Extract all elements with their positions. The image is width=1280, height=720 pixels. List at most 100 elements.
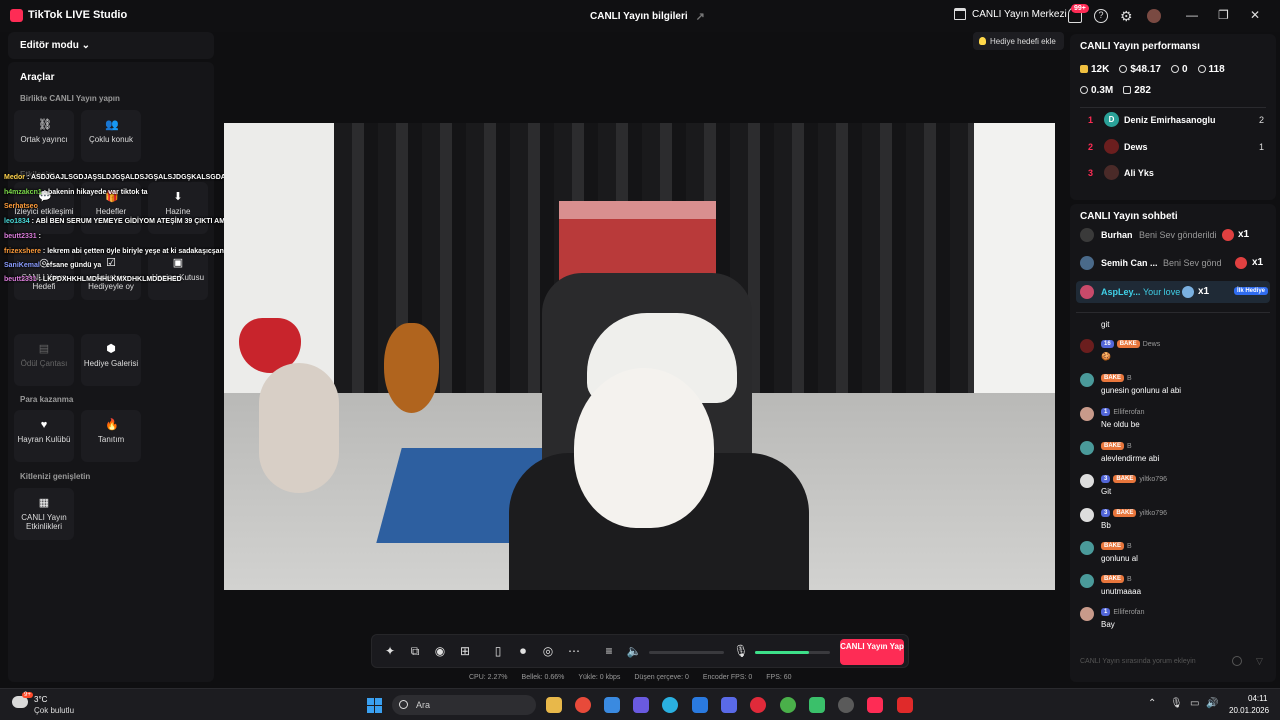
screen-capture-icon[interactable]: ⧉ [407, 643, 423, 659]
add-gift-goal-button[interactable]: Hediye hedefi ekle [973, 32, 1064, 50]
lightbulb-icon [979, 37, 986, 45]
minimize-button[interactable]: — [1186, 8, 1198, 22]
maximize-button[interactable]: ❐ [1218, 8, 1229, 22]
clock-date[interactable]: 20.01.2026 [1229, 706, 1269, 715]
fps-stat: FPS: 60 [766, 674, 792, 681]
level-badge: 16 [1101, 340, 1114, 348]
gift-sender: AspLey... [1101, 287, 1141, 297]
chevron-up-icon[interactable]: ⌃ [1148, 698, 1156, 709]
chrome-icon[interactable] [575, 697, 591, 713]
magic-wand-icon[interactable]: ✦ [382, 643, 398, 659]
close-button[interactable]: ✕ [1250, 8, 1260, 22]
app-icon[interactable] [838, 697, 854, 713]
emoji-icon[interactable] [1232, 656, 1242, 666]
chevron-down-icon: ⌄ [81, 40, 91, 51]
record-icon[interactable]: ⏺ [515, 643, 531, 659]
avatar[interactable] [1147, 9, 1161, 23]
metrics-row: 0.3M 282 [1080, 85, 1151, 96]
live-info-label: CANLI Yayın bilgileri [590, 11, 688, 22]
sliders-icon[interactable]: ≡ [601, 643, 617, 659]
avatar [1080, 574, 1094, 588]
volume-icon[interactable]: 🔊 [1206, 698, 1218, 709]
tiktok-studio-icon[interactable] [867, 697, 883, 713]
chrome-alt-icon[interactable] [780, 697, 796, 713]
gift-count: x1 [1252, 257, 1264, 268]
whatsapp-icon[interactable] [809, 697, 825, 713]
gift-notification: Burhan Beni Sev gönderildi x1 [1076, 224, 1270, 246]
volume-slider[interactable] [649, 651, 724, 654]
gear-icon[interactable]: ⚙ [1120, 9, 1133, 23]
live-center-button[interactable]: CANLI Yayın Merkezi [954, 8, 1067, 20]
file-explorer-icon[interactable] [546, 697, 562, 713]
scene-guitar [384, 323, 439, 413]
add-source-icon[interactable]: ⊞ [457, 643, 473, 659]
mic-level-meter[interactable] [755, 651, 830, 654]
tool-gift-gallery[interactable]: ⬢ Hediye Galerisi [81, 334, 141, 386]
avatar [1080, 474, 1094, 488]
help-icon[interactable]: ? [1094, 9, 1108, 23]
taskbar-search[interactable]: Ara [392, 695, 536, 715]
tool-treasure-box[interactable]: ▣ Hazine Kutusu [148, 248, 208, 300]
tool-label: Hazine [165, 207, 191, 216]
editor-mode-dropdown[interactable]: Editör modu ⌄ [8, 32, 214, 59]
chat-user: B [1127, 575, 1132, 583]
share-icon[interactable]: ↗ [696, 10, 705, 23]
chat-input[interactable]: CANLI Yayın sırasında yorum ekleyin [1076, 652, 1246, 672]
edge-icon[interactable] [662, 697, 678, 713]
fan-badge: BAKE [1113, 475, 1137, 483]
microphone-icon[interactable]: 🎙 [733, 643, 749, 659]
network-icon[interactable]: ▭ [1190, 698, 1199, 709]
clock-time[interactable]: 04:11 [1248, 694, 1267, 703]
chat-text: Ne oldu be [1101, 420, 1140, 429]
tool-live-events[interactable]: ▦ CANLI Yayın Etkinlikleri [14, 488, 74, 540]
youtube-icon[interactable] [897, 697, 913, 713]
windows-start-icon[interactable] [367, 698, 382, 713]
tool-cohost[interactable]: ⛓ Ortak yayıncı [14, 110, 74, 162]
tool-label: Hedefler [95, 207, 127, 216]
avatar [1080, 541, 1094, 555]
weather-temp[interactable]: 3°C [34, 695, 47, 704]
more-icon[interactable]: ⋯ [566, 643, 582, 659]
gift-icon [1222, 229, 1234, 241]
opera-icon[interactable] [750, 697, 766, 713]
fan-badge: BAKE [1101, 442, 1125, 450]
gift-text: Your love [1143, 287, 1181, 297]
gift-goal-label: Hediye hedefi ekle [990, 36, 1056, 46]
divider [1076, 312, 1270, 313]
phone-layout-icon[interactable]: ▯ [490, 643, 506, 659]
tool-reward-bag[interactable]: ▤ Ödül Çantası [14, 334, 74, 386]
tool-treasure[interactable]: ⬇ Hazine [148, 182, 208, 234]
ranking-row[interactable]: 3 Ali Yks [1080, 163, 1266, 183]
live-info-button[interactable]: CANLI Yayın bilgileri ↗ [590, 10, 705, 23]
tool-poll[interactable]: ☑ Anket ve Hediyeyle oy [81, 248, 141, 300]
chat-user: B [1127, 374, 1132, 382]
fan-badge: BAKE [1101, 575, 1125, 583]
avatar [1080, 256, 1094, 270]
download-icon: ⬇ [173, 191, 183, 203]
chat-user: B [1127, 542, 1132, 550]
discord-icon[interactable] [721, 697, 737, 713]
microphone-tray-icon[interactable]: 🎙 [1170, 698, 1183, 709]
viewers-metric: 118 [1197, 64, 1225, 75]
speaker-icon[interactable]: 🔈 [626, 643, 642, 659]
send-icon[interactable]: ▽ [1256, 656, 1263, 667]
go-live-button[interactable]: CANLI Yayın Yap [840, 639, 904, 665]
tool-multi-guest[interactable]: 👥 Çoklu konuk [81, 110, 141, 162]
ranking-row[interactable]: 1 D Deniz Emirhasanoglu 2 [1080, 110, 1266, 130]
mail-icon[interactable] [692, 697, 708, 713]
ranking-row[interactable]: 2 Dews 1 [1080, 137, 1266, 157]
tool-live-goal[interactable]: ◎ CANLI Yayın Hedefi [14, 248, 74, 300]
taskbar: 9+ 3°C Çok bulutlu Ara ⌃ 🎙 ▭ 🔊 04:11 20.… [0, 688, 1280, 720]
tool-promote[interactable]: 🔥 Tanıtım [81, 410, 141, 462]
effects-icon[interactable]: ◉ [432, 643, 448, 659]
store-icon[interactable] [604, 697, 620, 713]
chat-text: gonlunu al [1101, 554, 1138, 563]
viewers-icon [1197, 65, 1206, 73]
gifters-metric: 282 [1123, 85, 1151, 96]
chat-meta: BAKE B [1101, 442, 1132, 450]
weather-desc[interactable]: Çok bulutlu [34, 706, 74, 715]
camera-settings-icon[interactable]: ◎ [540, 643, 556, 659]
tool-fan-club[interactable]: ♥ Hayran Kulübü [14, 410, 74, 462]
avatar [1104, 165, 1119, 180]
teams-icon[interactable] [633, 697, 649, 713]
